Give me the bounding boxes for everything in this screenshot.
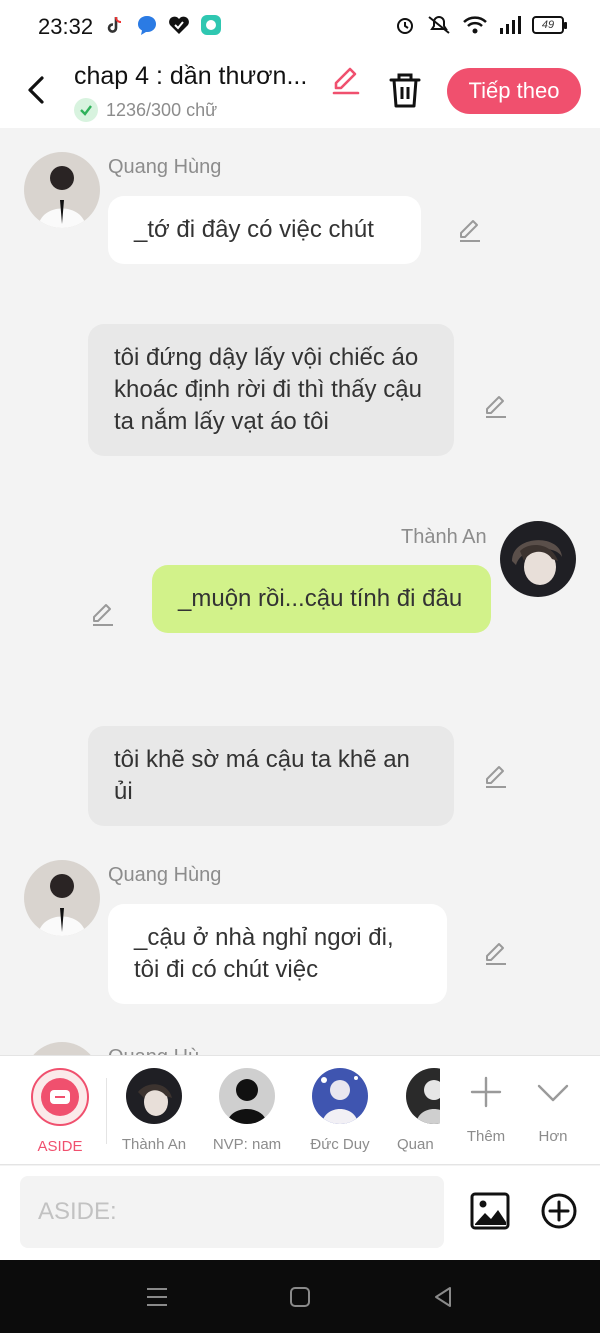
character-label: Quan	[397, 1136, 434, 1153]
status-time: 23:32	[38, 14, 94, 39]
signal-icon	[500, 16, 521, 34]
character-thanh-an[interactable]: Thành An	[109, 1068, 199, 1153]
input-bar	[0, 1166, 600, 1260]
back-nav-icon[interactable]	[430, 1284, 456, 1310]
message-bubble[interactable]: _cậu ở nhà nghỉ ngơi đi, tôi đi có chút …	[108, 904, 447, 1004]
edit-message-icon[interactable]	[482, 762, 510, 790]
menu-icon[interactable]	[144, 1284, 170, 1310]
avatar	[219, 1068, 275, 1124]
avatar-quang-hung[interactable]	[24, 1042, 100, 1055]
word-count-text: 1236/300 chữ	[106, 99, 218, 120]
edit-title-icon[interactable]	[330, 64, 362, 96]
character-nvp-nam[interactable]: NVP: nam	[202, 1068, 292, 1153]
add-circle-icon[interactable]	[540, 1192, 578, 1230]
aside-icon	[31, 1068, 89, 1126]
alarm-icon	[397, 18, 413, 34]
divider	[106, 1078, 107, 1144]
back-icon[interactable]	[20, 70, 52, 110]
avatar	[126, 1068, 182, 1124]
status-indicators: 49	[394, 14, 567, 36]
avatar-thanh-an[interactable]	[500, 521, 576, 597]
character-label: Hơn	[538, 1128, 568, 1145]
character-quang-hung-clipped[interactable]: Quan	[392, 1068, 440, 1164]
character-label: Thành An	[121, 1136, 187, 1153]
wifi-icon	[463, 16, 487, 34]
edit-message-icon[interactable]	[482, 939, 510, 967]
heart-app-icon	[169, 16, 189, 34]
plus-icon	[470, 1076, 502, 1108]
system-nav-bar	[0, 1260, 600, 1333]
character-duc-duy[interactable]: Đức Duy	[295, 1068, 385, 1153]
tiktok-icon	[107, 16, 122, 33]
home-icon[interactable]	[287, 1284, 313, 1310]
character-label: Thêm	[466, 1128, 506, 1145]
character-label: Đức Duy	[310, 1136, 370, 1153]
chevron-down-icon	[537, 1084, 569, 1102]
narration-bubble[interactable]: tôi đứng dậy lấy vội chiếc áo khoác định…	[88, 324, 454, 456]
trash-icon[interactable]	[386, 70, 424, 110]
narration-bubble[interactable]: tôi khẽ sờ má cậu ta khẽ an ủi	[88, 726, 454, 826]
status-bar: 23:32 49	[0, 0, 600, 52]
character-label: NVP: nam	[212, 1136, 282, 1153]
sender-name: Quang Hùng	[108, 864, 222, 886]
check-icon	[74, 98, 98, 122]
more-characters-button[interactable]: Hơn	[508, 1074, 598, 1145]
sender-name: Thành An	[401, 526, 487, 548]
messenger-icon	[138, 16, 156, 35]
sender-name: Quang Hùng	[108, 156, 222, 178]
character-label: ASIDE	[37, 1138, 83, 1155]
character-bar: ASIDE Thành An NVP: nam Đức Duy Quan Thê…	[0, 1055, 600, 1165]
avatar-quang-hung[interactable]	[24, 860, 100, 936]
editor-header: chap 4 : dần thươn... 1236/300 chữ Tiếp …	[0, 52, 600, 128]
word-count: 1236/300 chữ	[74, 98, 217, 122]
next-button[interactable]: Tiếp theo	[447, 68, 581, 114]
chat-app-icon	[201, 15, 221, 35]
edit-message-icon[interactable]	[482, 392, 510, 420]
message-bubble[interactable]: _tớ đi đây có việc chút	[108, 196, 421, 264]
image-icon[interactable]	[470, 1192, 510, 1230]
message-bubble[interactable]: _muộn rồi...cậu tính đi đâu	[152, 565, 491, 633]
sender-name: Quang Hù	[108, 1046, 199, 1055]
avatar	[312, 1068, 368, 1124]
character-aside[interactable]: ASIDE	[15, 1068, 105, 1155]
chat-area: Quang Hùng _tớ đi đây có việc chút tôi đ…	[0, 128, 600, 1055]
avatar	[406, 1068, 440, 1124]
battery-icon: 49	[532, 16, 567, 34]
avatar-quang-hung[interactable]	[24, 152, 100, 228]
message-input[interactable]	[20, 1176, 444, 1248]
status-app-icons	[104, 14, 222, 36]
edit-message-icon[interactable]	[456, 216, 484, 244]
edit-message-icon[interactable]	[89, 600, 117, 628]
mute-icon	[428, 16, 450, 34]
chapter-title: chap 4 : dần thươn...	[74, 62, 308, 90]
